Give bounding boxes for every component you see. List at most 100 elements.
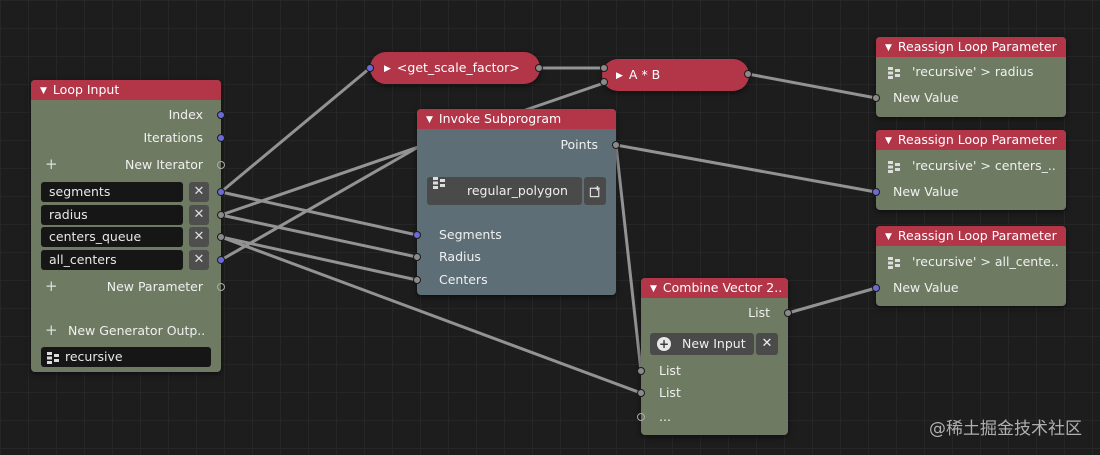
multiply-node[interactable]: ▶ A * B [602,59,749,91]
reassign-title-1: Reassign Loop Parameter [897,39,1057,54]
iterations-output-socket[interactable] [217,134,225,142]
invoke-subprogram-node[interactable]: ▼ Invoke Subprogram Points regular_polygo… [417,109,616,295]
get-scale-output-socket[interactable] [535,64,543,72]
new-value-socket-3[interactable] [872,284,880,292]
reassign-target-3[interactable]: 'recursive' > all_cente.. [888,252,1059,272]
collapse-arrow-icon[interactable]: ▼ [885,227,892,246]
link-points-to-reassign-2 [614,143,878,194]
reassign-node-3[interactable]: ▼ Reassign Loop Parameter 'recursive' > a… [876,226,1066,306]
combine-list-output-socket[interactable] [784,309,792,317]
new-iterator-button[interactable]: New Iterator [71,155,203,175]
new-value-label-1: New Value [893,90,959,105]
link-allcenters-to-invoke-crossing [219,144,422,262]
new-input-button[interactable]: + New Input [650,333,754,355]
link-multiply-to-reassign-1 [746,72,878,100]
link-segments-to-invoke [219,190,419,237]
reassign-target-2[interactable]: 'recursive' > centers_.. [888,156,1056,176]
combine-list-input-socket-1[interactable] [637,367,645,375]
reassign-header-2[interactable]: ▼ Reassign Loop Parameter [876,130,1066,150]
invoke-subprogram-title: Invoke Subprogram [438,111,562,126]
collapse-arrow-icon[interactable]: ▼ [650,279,657,298]
param-segments-field[interactable]: segments [41,182,183,202]
collapse-arrow-icon[interactable]: ▼ [885,131,892,150]
remove-centers-queue-icon[interactable]: ✕ [189,227,209,247]
param-radius-field[interactable]: radius [41,205,183,225]
param-all-centers-field[interactable]: all_centers [41,250,183,270]
node-tree-icon [888,66,900,79]
ellipsis-input-label: ... [659,409,671,424]
output-iterations-label: Iterations [143,130,203,145]
radius-input-socket[interactable] [413,253,421,261]
points-output-socket[interactable] [612,141,620,149]
reassign-target-label-3: 'recursive' > all_cente.. [912,254,1059,269]
index-output-socket[interactable] [217,111,225,119]
radius-output-socket[interactable] [217,211,225,219]
combine-vector-title: Combine Vector 2.. [662,280,783,295]
list-output-label: List [748,305,770,320]
param-centers-queue-field[interactable]: centers_queue [41,227,183,247]
multiply-input-a-socket[interactable] [600,64,608,72]
points-output-label: Points [560,137,598,152]
new-generator-output-button[interactable]: New Generator Outp.. [68,321,218,341]
new-iterator-socket[interactable] [217,161,225,169]
reassign-target-label-2: 'recursive' > centers_.. [912,158,1056,173]
close-icon[interactable]: ✕ [756,333,778,355]
multiply-input-b-socket[interactable] [600,78,608,86]
reassign-target-1[interactable]: 'recursive' > radius [888,62,1034,82]
generator-selector-label: recursive [65,349,123,364]
new-parameter-socket[interactable] [217,283,225,291]
add-parameter-plus-icon[interactable]: + [45,277,58,295]
link-points-to-combine [614,143,643,373]
new-value-label-2: New Value [893,184,959,199]
remove-all-centers-icon[interactable]: ✕ [189,250,209,270]
segments-output-socket[interactable] [217,188,225,196]
segments-input-socket[interactable] [413,231,421,239]
node-tree-icon [888,256,900,269]
generator-selector[interactable]: recursive [41,347,211,367]
combine-vector-header[interactable]: ▼ Combine Vector 2.. [641,278,788,298]
link-combine-to-reassign-3 [786,286,878,315]
get-scale-factor-node[interactable]: ▶ <get_scale_factor> [370,52,540,84]
output-index-label: Index [168,107,203,122]
reassign-title-3: Reassign Loop Parameter [897,228,1057,243]
reassign-header-3[interactable]: ▼ Reassign Loop Parameter [876,226,1066,246]
collapse-arrow-icon[interactable]: ▼ [426,110,433,129]
new-value-socket-1[interactable] [872,94,880,102]
reassign-header-1[interactable]: ▼ Reassign Loop Parameter [876,37,1066,57]
add-circle-icon: + [657,337,671,351]
combine-vector-node[interactable]: ▼ Combine Vector 2.. List + New Input ✕ L… [641,278,788,435]
get-scale-factor-label: <get_scale_factor> [396,60,520,75]
add-generator-plus-icon[interactable]: + [45,321,58,339]
collapse-arrow-icon[interactable]: ▼ [40,81,47,100]
new-value-socket-2[interactable] [872,188,880,196]
link-segments-to-get-scale [219,66,372,194]
collapse-arrow-icon[interactable]: ▶ [384,53,391,85]
add-iterator-plus-icon[interactable]: + [45,155,58,173]
get-scale-input-socket[interactable] [366,64,374,72]
subprogram-selector[interactable]: regular_polygon [427,177,582,205]
loop-input-node[interactable]: ▼ Loop Input Index Iterations + New Itera… [31,80,221,372]
loop-input-header[interactable]: ▼ Loop Input [31,80,221,100]
combine-new-input-socket[interactable] [637,413,645,421]
remove-segments-icon[interactable]: ✕ [189,182,209,202]
reassign-node-2[interactable]: ▼ Reassign Loop Parameter 'recursive' > c… [876,130,1066,210]
all-centers-output-socket[interactable] [217,256,225,264]
new-input-label: New Input [682,336,746,351]
centers-input-socket[interactable] [413,276,421,284]
combine-list-input-socket-2[interactable] [637,389,645,397]
node-tree-icon [47,351,59,364]
new-subprogram-icon[interactable] [584,177,606,205]
reassign-target-label-1: 'recursive' > radius [912,64,1034,79]
loop-input-title: Loop Input [52,82,120,97]
reassign-node-1[interactable]: ▼ Reassign Loop Parameter 'recursive' > r… [876,37,1066,117]
segments-input-label: Segments [439,227,502,242]
collapse-arrow-icon[interactable]: ▶ [616,60,623,92]
node-tree-icon [433,177,445,189]
multiply-output-socket[interactable] [744,70,752,78]
radius-input-label: Radius [439,249,481,264]
invoke-subprogram-header[interactable]: ▼ Invoke Subprogram [417,109,616,129]
collapse-arrow-icon[interactable]: ▼ [885,38,892,57]
new-parameter-button[interactable]: New Parameter [71,277,203,297]
remove-radius-icon[interactable]: ✕ [189,205,209,225]
centers-queue-output-socket[interactable] [217,233,225,241]
